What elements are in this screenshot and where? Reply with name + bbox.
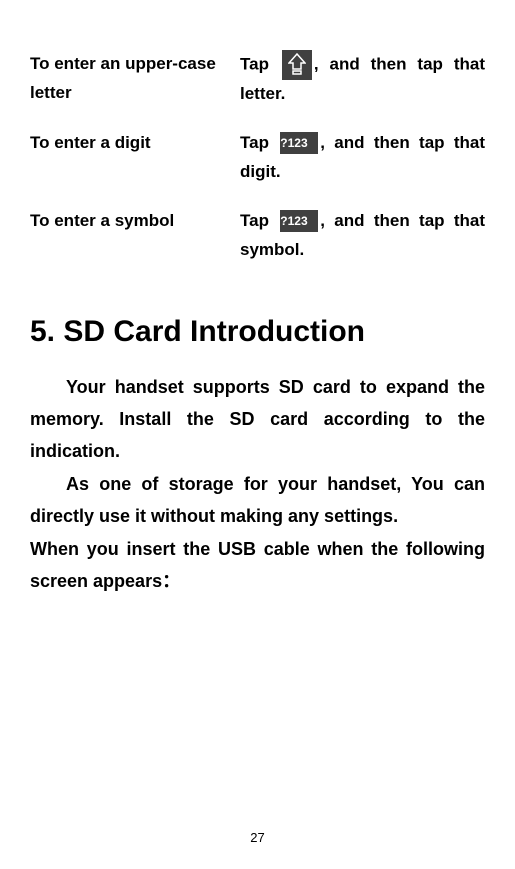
num-key-icon: ?123	[280, 129, 318, 158]
instruction-label: To enter a symbol	[30, 207, 240, 236]
text-post-part: , and then tap that	[314, 54, 485, 73]
text-post-part: , and then tap that	[320, 133, 485, 152]
text-post-part2: digit.	[240, 162, 281, 181]
shift-key-icon	[282, 50, 312, 80]
text-pre: Tap	[240, 54, 280, 73]
page-number: 27	[0, 830, 515, 845]
instruction-text: Tap , and then tap that letter.	[240, 50, 485, 109]
section-heading: 5. SD Card Introduction	[30, 315, 485, 349]
instruction-label: To enter an upper-case letter	[30, 50, 240, 108]
instruction-row-uppercase: To enter an upper-case letter Tap , and …	[30, 50, 485, 109]
text-post-part2: letter.	[240, 84, 285, 103]
instruction-row-digit: To enter a digit Tap ?123, and then tap …	[30, 129, 485, 187]
text-post-part: , and then tap that	[320, 211, 485, 230]
paragraph-1: Your handset supports SD card to expand …	[30, 371, 485, 468]
text-post-part2: symbol.	[240, 240, 304, 259]
paragraph-3: When you insert the USB cable when the f…	[30, 533, 485, 598]
text-pre: Tap	[240, 211, 278, 230]
section-body: Your handset supports SD card to expand …	[30, 371, 485, 598]
instruction-text: Tap ?123, and then tap that digit.	[240, 129, 485, 187]
instruction-text: Tap ?123, and then tap that symbol.	[240, 207, 485, 265]
instruction-row-symbol: To enter a symbol Tap ?123, and then tap…	[30, 207, 485, 265]
text-pre: Tap	[240, 133, 278, 152]
instruction-table: To enter an upper-case letter Tap , and …	[30, 50, 485, 265]
paragraph-2: As one of storage for your handset, You …	[30, 468, 485, 533]
instruction-label: To enter a digit	[30, 129, 240, 158]
num-key-icon: ?123	[280, 207, 318, 236]
